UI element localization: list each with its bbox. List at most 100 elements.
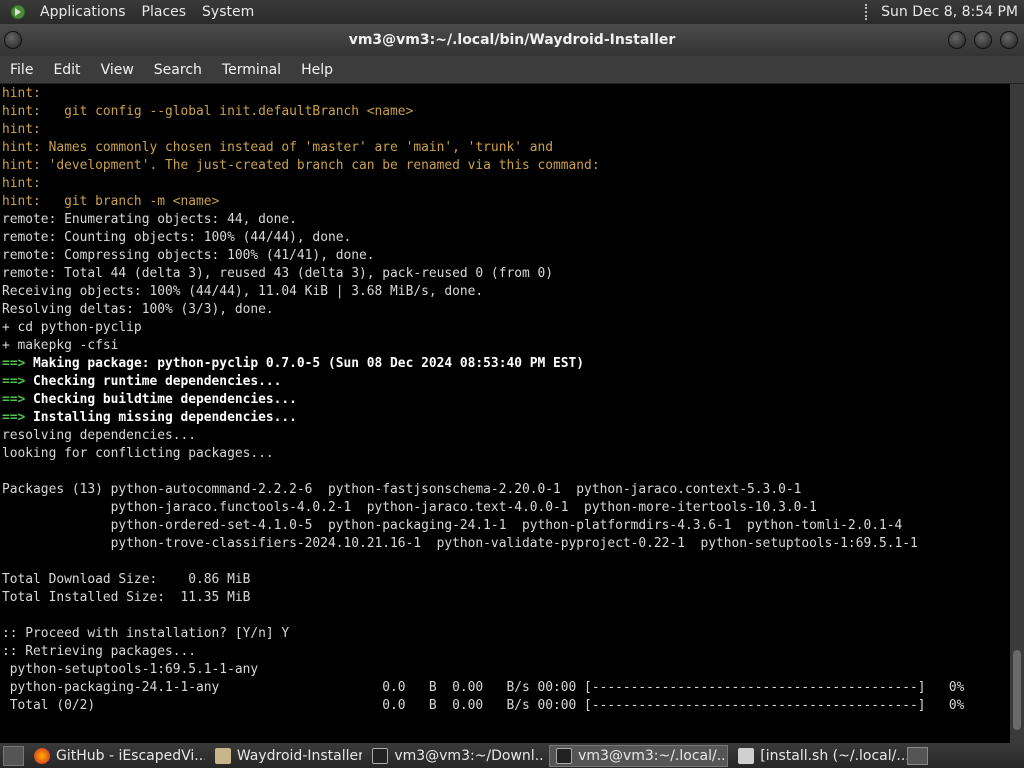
menu-edit[interactable]: Edit (43, 62, 90, 78)
terminal-line-text: Resolving deltas: 100% (3/3), done. (2, 302, 274, 317)
folder-icon (214, 747, 231, 764)
menu-view[interactable]: View (91, 62, 144, 78)
arrow-prefix: ==> (2, 392, 34, 407)
menu-file[interactable]: File (0, 62, 43, 78)
terminal-line-text: Installing missing dependencies... (33, 410, 297, 425)
terminal-line: ==> Checking buildtime dependencies... (2, 391, 1010, 409)
terminal-line: hint: git branch -m <name> (2, 193, 1010, 211)
terminal-line: Receiving objects: 100% (44/44), 11.04 K… (2, 283, 1010, 301)
terminal-line: python-ordered-set-4.1.0-5 python-packag… (2, 517, 1010, 535)
terminal-output[interactable]: hint: hint: git config --global init.defa… (0, 84, 1010, 743)
terminal-line: Packages (13) python-autocommand-2.2.2-6… (2, 481, 1010, 499)
terminal-line-text: remote: Compressing objects: 100% (41/41… (2, 248, 375, 263)
text-editor-icon (738, 747, 755, 764)
terminal-line: :: Retrieving packages... (2, 643, 1010, 661)
network-icon[interactable] (865, 4, 875, 20)
clock[interactable]: Sun Dec 8, 8:54 PM (881, 4, 1024, 20)
terminal-line-text: looking for conflicting packages... (2, 446, 274, 461)
window-menu-button[interactable] (4, 31, 22, 49)
terminal-line-text: hint: Names commonly chosen instead of '… (2, 140, 554, 155)
taskbar-task[interactable]: vm3@vm3:~/Downl... (366, 745, 545, 767)
taskbar-task-label: vm3@vm3:~/Downl... (394, 747, 546, 764)
show-desktop-icon[interactable] (3, 745, 24, 766)
taskbar-task[interactable]: GitHub - iEscapedVi... (28, 745, 205, 767)
terminal-line: python-packaging-24.1-1-any 0.0 B 0.00 B… (2, 679, 1010, 697)
menu-terminal[interactable]: Terminal (212, 62, 291, 78)
terminal-line: Total (0/2) 0.0 B 0.00 B/s 00:00 [------… (2, 697, 1010, 715)
terminal-line: hint: (2, 175, 1010, 193)
arrow-prefix: ==> (2, 410, 34, 425)
terminal-line-text: hint: (2, 176, 41, 191)
terminal-line: python-setuptools-1:69.5.1-1-any (2, 661, 1010, 679)
taskbar-task-label: GitHub - iEscapedVi... (55, 747, 205, 764)
terminal-line: remote: Counting objects: 100% (44/44), … (2, 229, 1010, 247)
terminal-line: hint: Names commonly chosen instead of '… (2, 139, 1010, 157)
taskbar-task[interactable]: vm3@vm3:~/.local/... (549, 744, 729, 767)
terminal-line-text: python-setuptools-1:69.5.1-1-any (2, 662, 259, 677)
taskbar-task-label: [install.sh (~/.local/... (760, 747, 907, 764)
terminal-line-text: Making package: python-pyclip 0.7.0-5 (S… (33, 356, 585, 371)
terminal-line: ==> Installing missing dependencies... (2, 409, 1010, 427)
terminal-line-text: Checking buildtime dependencies... (33, 392, 297, 407)
terminal-line-text: hint: git config --global init.defaultBr… (2, 104, 414, 119)
terminal-line-text: resolving dependencies... (2, 428, 197, 443)
terminal-scrollbar[interactable] (1010, 84, 1024, 743)
terminal-line: ==> Checking runtime dependencies... (2, 373, 1010, 391)
scrollbar-thumb[interactable] (1013, 650, 1021, 730)
workspace-switcher-icon[interactable] (907, 746, 928, 765)
terminal-line-text: python-ordered-set-4.1.0-5 python-packag… (2, 518, 903, 533)
terminal-line-text: python-jaraco.functools-4.0.2-1 python-j… (2, 500, 817, 515)
taskbar-task-label: vm3@vm3:~/.local/... (578, 747, 729, 764)
terminal-line: Resolving deltas: 100% (3/3), done. (2, 301, 1010, 319)
window-titlebar[interactable]: vm3@vm3:~/.local/bin/Waydroid-Installer (0, 24, 1024, 56)
applications-menu[interactable]: Applications (32, 0, 134, 24)
terminal-line-text: hint: git branch -m <name> (2, 194, 220, 209)
arrow-prefix: ==> (2, 356, 34, 371)
minimize-button[interactable] (948, 31, 966, 49)
terminal-line-text: hint: (2, 86, 41, 101)
terminal-line: resolving dependencies... (2, 427, 1010, 445)
firefox-icon (33, 747, 50, 764)
menu-help[interactable]: Help (291, 62, 343, 78)
terminal-line-text: Checking runtime dependencies... (33, 374, 282, 389)
menu-search[interactable]: Search (144, 62, 212, 78)
top-panel: Applications Places System Sun Dec 8, 8:… (0, 0, 1024, 24)
arrow-prefix: ==> (2, 374, 34, 389)
terminal-line-text: :: Proceed with installation? [Y/n] Y (2, 626, 290, 641)
close-button[interactable] (1000, 31, 1018, 49)
terminal-line-text: remote: Counting objects: 100% (44/44), … (2, 230, 352, 245)
terminal-line-text: hint: (2, 122, 41, 137)
terminal-line: remote: Total 44 (delta 3), reused 43 (d… (2, 265, 1010, 283)
terminal-line-text: python-trove-classifiers-2024.10.21.16-1… (2, 536, 918, 551)
terminal-line-text: + makepkg -cfsi (2, 338, 119, 353)
terminal-line-text: Total Installed Size: 11.35 MiB (2, 590, 251, 605)
terminal-line-text: Total Download Size: 0.86 MiB (2, 572, 251, 587)
terminal-line: remote: Enumerating objects: 44, done. (2, 211, 1010, 229)
terminal-line-text: + cd python-pyclip (2, 320, 142, 335)
terminal-line-text: hint: 'development'. The just-created br… (2, 158, 600, 173)
system-menu[interactable]: System (194, 0, 262, 24)
terminal-line-text: remote: Enumerating objects: 44, done. (2, 212, 297, 227)
maximize-button[interactable] (974, 31, 992, 49)
applications-logo-icon[interactable] (10, 4, 26, 20)
terminal-line-text: python-packaging-24.1-1-any 0.0 B 0.00 B… (2, 680, 965, 695)
terminal-menubar: File Edit View Search Terminal Help (0, 56, 1024, 84)
terminal-line-text: Total (0/2) 0.0 B 0.00 B/s 00:00 [------… (2, 698, 965, 713)
window-title: vm3@vm3:~/.local/bin/Waydroid-Installer (348, 32, 676, 48)
taskbar-task[interactable]: [install.sh (~/.local/... (732, 745, 907, 767)
terminal-line: hint: git config --global init.defaultBr… (2, 103, 1010, 121)
terminal-line: hint: 'development'. The just-created br… (2, 157, 1010, 175)
terminal-icon (556, 747, 573, 764)
places-menu[interactable]: Places (134, 0, 195, 24)
taskbar-task-label: Waydroid-Installer (236, 747, 363, 764)
terminal-line-text: remote: Total 44 (delta 3), reused 43 (d… (2, 266, 554, 281)
terminal-line: hint: (2, 85, 1010, 103)
terminal-line: hint: (2, 121, 1010, 139)
taskbar-task[interactable]: Waydroid-Installer (209, 745, 362, 767)
terminal-line: looking for conflicting packages... (2, 445, 1010, 463)
terminal-line-text: :: Retrieving packages... (2, 644, 197, 659)
terminal-line: + makepkg -cfsi (2, 337, 1010, 355)
